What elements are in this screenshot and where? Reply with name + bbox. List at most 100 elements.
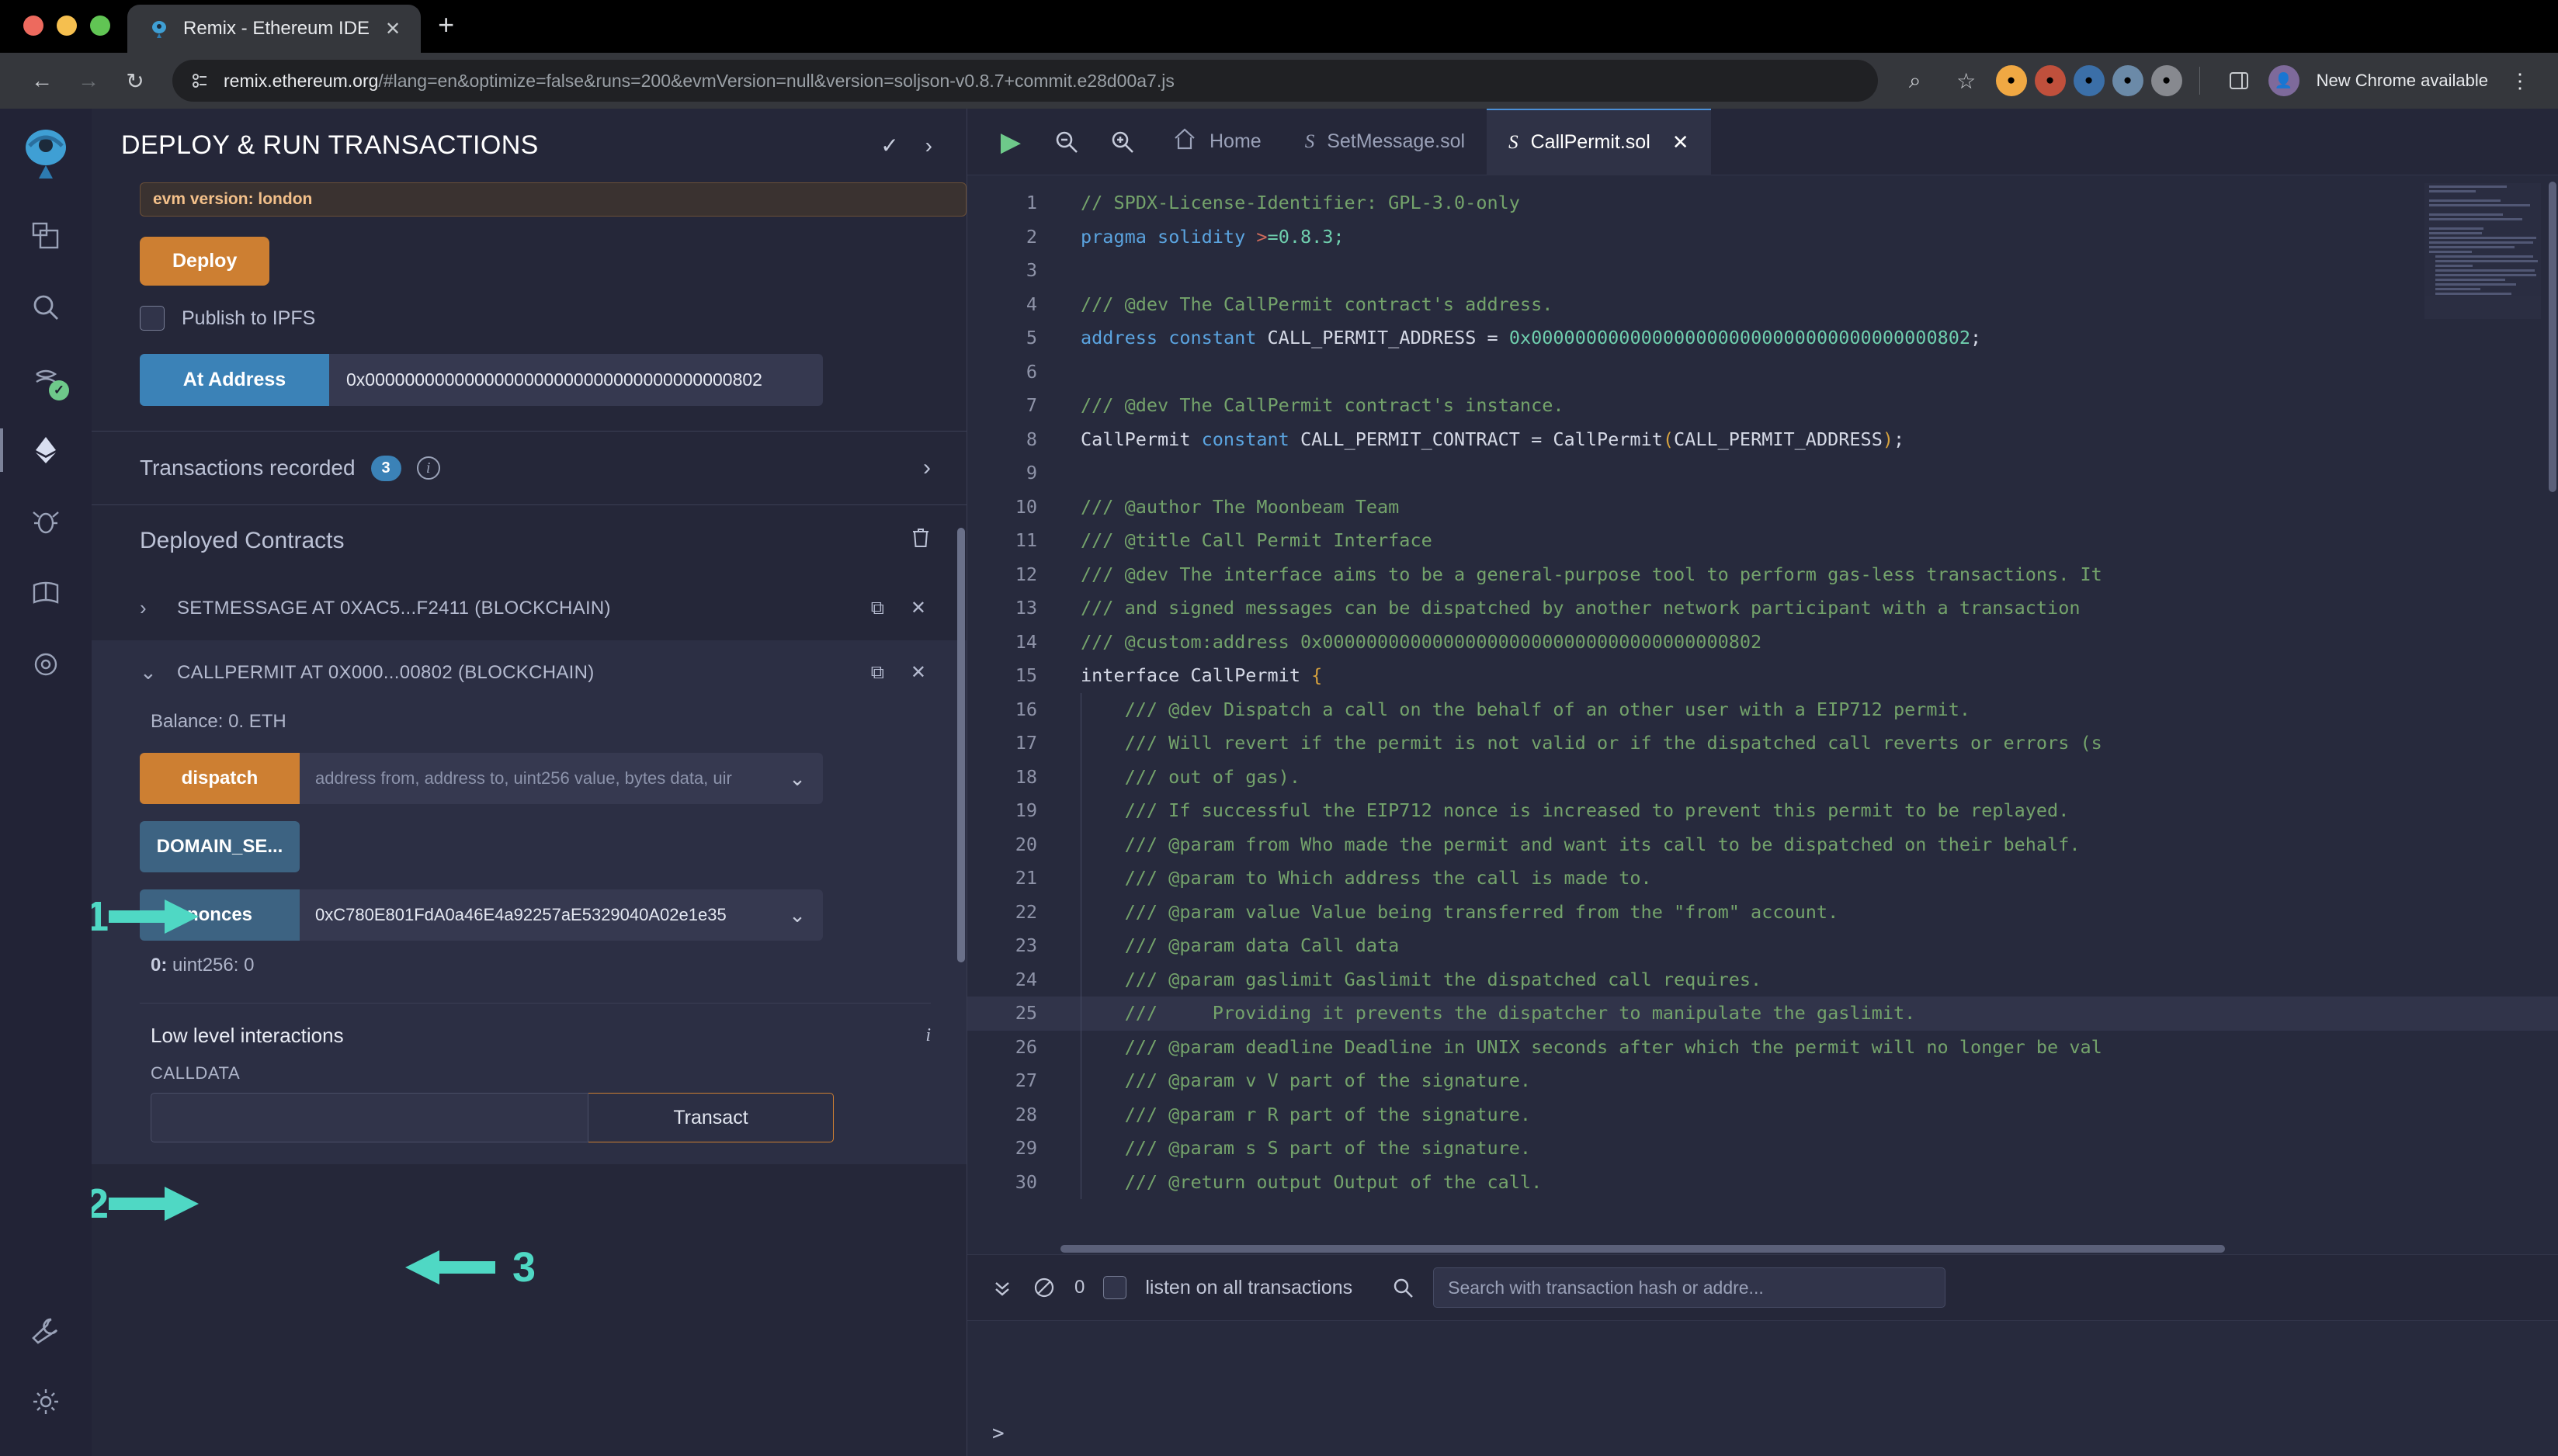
code-line: 17 /// Will revert if the permit is not … bbox=[967, 726, 2558, 761]
sidebar-item-solidity-compiler[interactable]: ✓ bbox=[16, 343, 75, 414]
extension-icon-5[interactable]: ● bbox=[2150, 65, 2182, 96]
check-icon[interactable]: ✓ bbox=[874, 133, 904, 158]
browser-tab-title: Remix - Ethereum IDE bbox=[183, 18, 370, 39]
sidebar-item-plugin-manager[interactable] bbox=[16, 557, 75, 629]
forward-icon[interactable]: → bbox=[67, 59, 110, 102]
at-address-input[interactable] bbox=[329, 354, 823, 406]
bookmark-icon[interactable]: ☆ bbox=[1945, 59, 1988, 102]
code-horizontal-scrollbar[interactable] bbox=[1060, 1245, 2225, 1253]
code-lines: 1 // SPDX-License-Identifier: GPL-3.0-onl… bbox=[967, 175, 2558, 1199]
tab-home[interactable]: Home bbox=[1151, 109, 1283, 175]
sidebar-item-deploy-run[interactable] bbox=[0, 414, 75, 486]
domain-separator-button[interactable]: DOMAIN_SE... bbox=[140, 821, 300, 872]
line-number: 25 bbox=[1015, 1002, 1037, 1024]
copy-icon[interactable]: ⧉ bbox=[866, 662, 889, 684]
transact-button[interactable]: Transact bbox=[588, 1093, 834, 1142]
browser-toolbar: ← → ↻ remix.ethereum.org/#lang=en&optimi… bbox=[0, 53, 2558, 109]
dispatch-button[interactable]: dispatch bbox=[140, 753, 300, 804]
contract-row-callpermit[interactable]: ⌄ CALLPERMIT AT 0X000...00802 (BLOCKCHAI… bbox=[92, 640, 967, 705]
terminal-search-input[interactable] bbox=[1433, 1267, 1946, 1308]
code-line-text: // SPDX-License-Identifier: GPL-3.0-only bbox=[1081, 192, 1520, 213]
code-line-text: /// @dev The CallPermit contract's addre… bbox=[1081, 293, 1553, 315]
publish-ipfs-checkbox[interactable] bbox=[140, 306, 165, 331]
terminal-output[interactable]: > bbox=[967, 1320, 2558, 1456]
chevron-right-icon[interactable]: › bbox=[923, 455, 931, 481]
close-icon[interactable]: ✕ bbox=[906, 597, 931, 619]
code-line-text: /// @param s S part of the signature. bbox=[1060, 1132, 2558, 1166]
collapse-terminal-icon[interactable] bbox=[991, 1276, 1014, 1299]
sidebar-item-file-explorer[interactable] bbox=[16, 200, 75, 272]
site-info-icon[interactable] bbox=[189, 71, 210, 91]
profile-avatar[interactable]: 👤 bbox=[2268, 65, 2299, 96]
address-bar[interactable]: remix.ethereum.org/#lang=en&optimize=fal… bbox=[172, 60, 1878, 102]
chevron-down-icon[interactable]: ⌄ bbox=[772, 753, 823, 804]
copy-icon[interactable]: ⧉ bbox=[866, 598, 889, 619]
run-icon[interactable]: ▶ bbox=[983, 114, 1039, 170]
remix-favicon-icon bbox=[148, 17, 171, 40]
terminal-panel: 0 listen on all transactions > bbox=[967, 1254, 2558, 1456]
sidebar-item-debugger[interactable] bbox=[16, 486, 75, 557]
clear-console-icon[interactable] bbox=[1033, 1276, 1056, 1299]
compiler-success-badge: ✓ bbox=[49, 380, 69, 400]
trash-icon[interactable] bbox=[911, 527, 931, 554]
tab-setmessage-sol[interactable]: S SetMessage.sol bbox=[1283, 109, 1487, 175]
extension-icon-2[interactable]: ● bbox=[2034, 65, 2066, 96]
chevron-down-icon[interactable]: ⌄ bbox=[772, 889, 823, 941]
contract-row-setmessage[interactable]: › SETMESSAGE AT 0XAC5...F2411 (BLOCKCHAI… bbox=[92, 576, 967, 640]
code-line-text: /// If successful the EIP712 nonce is in… bbox=[1060, 794, 2558, 828]
extension-icon-4[interactable]: ● bbox=[2112, 65, 2143, 96]
minimize-window-button[interactable] bbox=[57, 16, 77, 36]
publish-ipfs-label: Publish to IPFS bbox=[182, 307, 316, 329]
new-tab-button[interactable]: + bbox=[421, 11, 470, 53]
sidebar-item-settings-hex[interactable] bbox=[16, 629, 75, 700]
extension-icon-3[interactable]: ● bbox=[2073, 65, 2105, 96]
chevron-right-icon[interactable]: › bbox=[140, 596, 160, 620]
code-line: 3 bbox=[967, 254, 2558, 288]
tab-callpermit-sol[interactable]: S CallPermit.sol ✕ bbox=[1487, 108, 1711, 175]
info-icon[interactable]: i bbox=[416, 456, 440, 480]
code-vertical-scrollbar[interactable] bbox=[2549, 182, 2556, 492]
nonces-button[interactable]: nonces bbox=[140, 889, 300, 941]
panel-scrollbar[interactable] bbox=[957, 528, 965, 962]
code-minimap[interactable] bbox=[2424, 183, 2541, 319]
code-editor[interactable]: 1 // SPDX-License-Identifier: GPL-3.0-onl… bbox=[967, 175, 2558, 1254]
arrow-left-icon bbox=[402, 1250, 495, 1284]
browser-menu-icon[interactable]: ⋮ bbox=[2496, 69, 2538, 93]
code-line-text: /// @param r R part of the signature. bbox=[1060, 1097, 2558, 1132]
chevron-down-icon[interactable]: ⌄ bbox=[140, 660, 160, 685]
reload-icon[interactable]: ↻ bbox=[113, 59, 157, 102]
code-line: 6 bbox=[967, 355, 2558, 390]
zoom-out-icon[interactable] bbox=[1039, 114, 1095, 170]
sidebar-item-search[interactable] bbox=[16, 272, 75, 343]
remix-logo-icon[interactable] bbox=[17, 123, 75, 180]
zoom-in-icon[interactable] bbox=[1095, 114, 1151, 170]
extension-icon-1[interactable]: ● bbox=[1995, 65, 2027, 96]
info-icon[interactable]: i bbox=[925, 1025, 931, 1046]
line-number: 27 bbox=[1015, 1069, 1037, 1091]
chevron-right-icon[interactable]: › bbox=[919, 133, 939, 158]
transactions-recorded-row[interactable]: Transactions recorded 3 i › bbox=[92, 432, 967, 504]
close-icon[interactable]: ✕ bbox=[906, 661, 931, 684]
back-icon[interactable]: ← bbox=[20, 59, 64, 102]
side-panel-icon[interactable] bbox=[2217, 59, 2261, 102]
result-value: uint256: 0 bbox=[172, 955, 255, 976]
at-address-button[interactable]: At Address bbox=[140, 354, 329, 406]
maximize-window-button[interactable] bbox=[90, 16, 110, 36]
nonces-input[interactable] bbox=[300, 889, 772, 941]
close-window-button[interactable] bbox=[23, 16, 43, 36]
calldata-input[interactable] bbox=[151, 1093, 588, 1142]
browser-tab-remix[interactable]: Remix - Ethereum IDE ✕ bbox=[127, 5, 422, 53]
zoom-icon[interactable]: ⌕ bbox=[1893, 59, 1937, 102]
dispatch-input[interactable] bbox=[300, 753, 772, 804]
sidebar-item-plugins-wrench[interactable] bbox=[16, 1295, 75, 1366]
code-line-text: pragma solidity >=0.8.3; bbox=[1081, 225, 1345, 248]
listen-all-transactions-checkbox[interactable] bbox=[1103, 1276, 1127, 1299]
deploy-button[interactable]: Deploy bbox=[140, 237, 270, 286]
close-icon[interactable]: ✕ bbox=[1672, 130, 1689, 154]
close-icon[interactable]: ✕ bbox=[382, 18, 404, 40]
code-line-text: /// @param value Value being transferred… bbox=[1060, 895, 2558, 930]
chrome-update-label[interactable]: New Chrome available bbox=[2307, 71, 2488, 91]
code-line: 8 CallPermit constant CALL_PERMIT_CONTRAC… bbox=[967, 423, 2558, 457]
sidebar-item-settings[interactable] bbox=[16, 1366, 75, 1437]
code-line-text: /// @return output Output of the call. bbox=[1060, 1165, 2558, 1200]
